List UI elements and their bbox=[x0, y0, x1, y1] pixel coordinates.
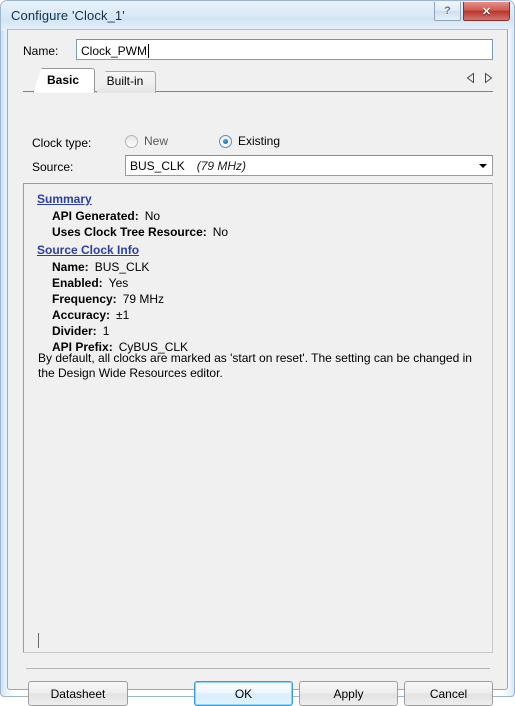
source-row-frequency: Frequency: 79 MHz bbox=[52, 292, 164, 306]
close-button[interactable]: ✕ bbox=[463, 2, 510, 21]
source-row-enabled-value: Yes bbox=[108, 276, 129, 290]
name-input[interactable]: Clock_PWM bbox=[76, 39, 493, 60]
source-row-name: Name: BUS_CLK bbox=[52, 260, 149, 274]
name-label: Name: bbox=[23, 44, 59, 58]
apply-button[interactable]: Apply bbox=[299, 681, 398, 706]
summary-row-api-generated: API Generated: No bbox=[52, 209, 160, 223]
info-panel: Summary API Generated: No Uses Clock Tree… bbox=[23, 183, 493, 653]
source-clock-info-heading: Source Clock Info bbox=[37, 243, 140, 257]
window-controls: ? ✕ bbox=[434, 2, 510, 22]
source-dropdown[interactable]: BUS_CLK (79 MHz) bbox=[125, 155, 493, 176]
radio-existing-indicator bbox=[219, 134, 232, 148]
clock-type-label: Clock type: bbox=[32, 136, 92, 150]
source-row-divider-key: Divider: bbox=[52, 324, 97, 338]
source-frequency: (79 MHz) bbox=[196, 158, 247, 173]
chevron-down-icon[interactable] bbox=[473, 156, 492, 175]
info-note: By default, all clocks are marked as 'st… bbox=[38, 351, 472, 380]
source-row-enabled-key: Enabled: bbox=[52, 276, 103, 290]
panel-text-caret bbox=[38, 633, 39, 648]
summary-row-clock-tree: Uses Clock Tree Resource: No bbox=[52, 225, 228, 239]
tab-nav-arrows bbox=[466, 72, 493, 84]
summary-heading: Summary bbox=[37, 192, 92, 206]
summary-row-api-generated-key: API Generated: bbox=[52, 209, 139, 223]
source-row-enabled: Enabled: Yes bbox=[52, 276, 128, 290]
radio-new-indicator bbox=[125, 134, 138, 148]
window-title: Configure 'Clock_1' bbox=[11, 8, 125, 23]
source-row-accuracy-key: Accuracy: bbox=[52, 308, 111, 322]
source-row-accuracy-value: ±1 bbox=[116, 308, 130, 322]
cancel-button[interactable]: Cancel bbox=[404, 681, 493, 706]
tab-basic[interactable]: Basic bbox=[33, 68, 95, 93]
radio-existing-label: Existing bbox=[238, 134, 281, 148]
dialog-window: Configure 'Clock_1' ? ✕ Name: Clock_PWM … bbox=[0, 0, 515, 706]
source-row-frequency-value: 79 MHz bbox=[122, 292, 165, 306]
dialog-client-area: Name: Clock_PWM Basic Built-in Clock typ… bbox=[7, 29, 508, 706]
footer-separator bbox=[26, 668, 490, 669]
radio-new-label: New bbox=[144, 134, 169, 148]
tab-built-in-label: Built-in bbox=[106, 74, 144, 88]
source-value: BUS_CLK bbox=[130, 158, 185, 173]
source-row-divider: Divider: 1 bbox=[52, 324, 109, 338]
source-row-accuracy: Accuracy: ±1 bbox=[52, 308, 129, 322]
name-input-value: Clock_PWM bbox=[81, 43, 148, 58]
source-label: Source: bbox=[32, 160, 74, 174]
radio-clock-type-new[interactable]: New bbox=[125, 134, 168, 148]
summary-row-clock-tree-value: No bbox=[212, 225, 229, 239]
summary-row-clock-tree-key: Uses Clock Tree Resource: bbox=[52, 225, 207, 239]
tab-built-in[interactable]: Built-in bbox=[96, 71, 156, 93]
source-row-divider-value: 1 bbox=[102, 324, 110, 338]
text-caret bbox=[148, 43, 150, 58]
tab-strip: Basic Built-in bbox=[23, 68, 493, 93]
prev-tab-arrow-icon[interactable] bbox=[466, 72, 476, 84]
summary-row-api-generated-value: No bbox=[144, 209, 161, 223]
source-row-frequency-key: Frequency: bbox=[52, 292, 117, 306]
next-tab-arrow-icon[interactable] bbox=[483, 72, 493, 84]
ok-button[interactable]: OK bbox=[194, 681, 293, 706]
titlebar[interactable]: Configure 'Clock_1' ? ✕ bbox=[1, 1, 514, 31]
source-row-name-key: Name: bbox=[52, 260, 89, 274]
help-button[interactable]: ? bbox=[434, 2, 461, 21]
source-row-name-value: BUS_CLK bbox=[94, 260, 150, 274]
radio-clock-type-existing[interactable]: Existing bbox=[219, 134, 280, 148]
datasheet-button[interactable]: Datasheet bbox=[28, 681, 128, 706]
tab-basic-label: Basic bbox=[46, 72, 80, 87]
